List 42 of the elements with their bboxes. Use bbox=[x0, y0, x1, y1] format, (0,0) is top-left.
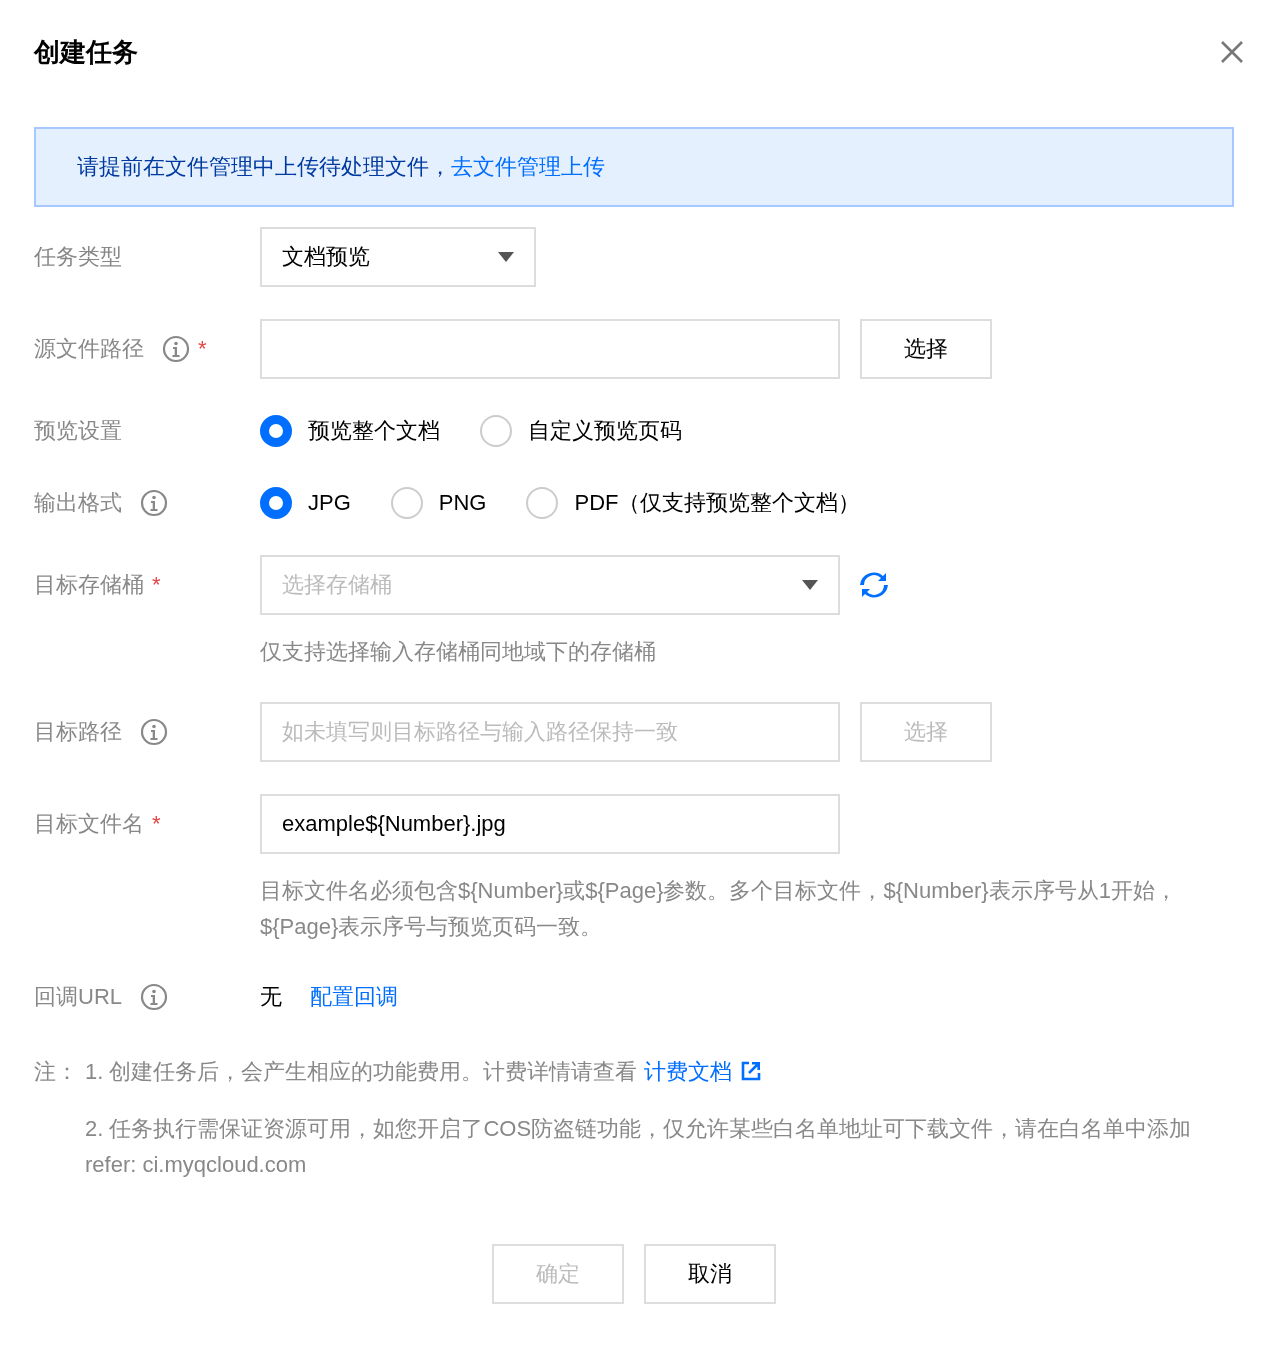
dialog-title: 创建任务 bbox=[34, 36, 138, 69]
caret-icon bbox=[802, 580, 818, 590]
refresh-icon[interactable] bbox=[860, 570, 888, 600]
notice-text: 请提前在文件管理中上传待处理文件，去文件管理上传 bbox=[77, 153, 605, 181]
billing-link[interactable]: 计费文档 bbox=[643, 1059, 762, 1084]
radio-button[interactable] bbox=[390, 487, 423, 519]
field-label: 输出格式 bbox=[34, 489, 122, 517]
field-label: 预览设置 bbox=[34, 417, 122, 445]
radio-button[interactable] bbox=[480, 415, 512, 447]
field-label: 目标存储桶 bbox=[34, 571, 144, 599]
help-text: 仅支持选择输入存储桶同地域下的存储桶 bbox=[260, 638, 657, 666]
input-field[interactable] bbox=[260, 319, 840, 379]
field-label: 源文件路径 bbox=[34, 335, 144, 363]
required-mark: * bbox=[198, 336, 207, 362]
select-field[interactable]: 文档预览 bbox=[260, 227, 536, 287]
help-text: 目标文件名必须包含${Number}或${Page}参数。多个目标文件，${Number}表示序号从1开始，${Page}表示序号与预览页码一致。 bbox=[260, 877, 1178, 941]
radio-button[interactable] bbox=[260, 487, 292, 519]
field-label: 目标文件名 bbox=[34, 810, 144, 838]
field-label: 目标路径 bbox=[34, 718, 122, 746]
caret-icon bbox=[498, 252, 514, 262]
note-text: 1. 创建任务后，会产生相应的功能费用。计费详情请查看 计费文档 bbox=[85, 1054, 1234, 1090]
field-label: 回调URL bbox=[34, 983, 122, 1011]
radio-button[interactable] bbox=[260, 415, 292, 447]
radio-label[interactable]: JPG bbox=[308, 490, 351, 516]
external-link-icon[interactable] bbox=[739, 1060, 762, 1082]
field-label: 任务类型 bbox=[34, 243, 122, 271]
required-mark: * bbox=[152, 572, 161, 598]
field-value: 无 bbox=[260, 983, 282, 1011]
radio-label[interactable]: 预览整个文档 bbox=[308, 416, 440, 446]
note-prefix: 注： bbox=[34, 1058, 79, 1086]
radio-label[interactable]: PDF（仅支持预览整个文档） bbox=[574, 488, 861, 518]
cancel-button[interactable]: 取消 bbox=[644, 1244, 776, 1304]
select-button[interactable]: 选择 bbox=[860, 319, 992, 379]
configure-link[interactable]: 配置回调 bbox=[310, 982, 398, 1012]
radio-label[interactable]: PNG bbox=[438, 490, 487, 516]
radio-button[interactable] bbox=[526, 487, 559, 519]
required-mark: * bbox=[152, 811, 161, 837]
radio-label[interactable]: 自定义预览页码 bbox=[528, 416, 682, 446]
upload-link[interactable]: 去文件管理上传 bbox=[451, 154, 605, 179]
note-text: 2. 任务执行需保证资源可用，如您开启了COS防盗链功能，仅允许某些白名单地址可下载文件，请在白名单中添加refer: ci.myqcloud.com bbox=[85, 1115, 1193, 1179]
close-icon[interactable] bbox=[1220, 40, 1244, 64]
input-field[interactable]: example${Number}.jpg bbox=[260, 794, 840, 854]
